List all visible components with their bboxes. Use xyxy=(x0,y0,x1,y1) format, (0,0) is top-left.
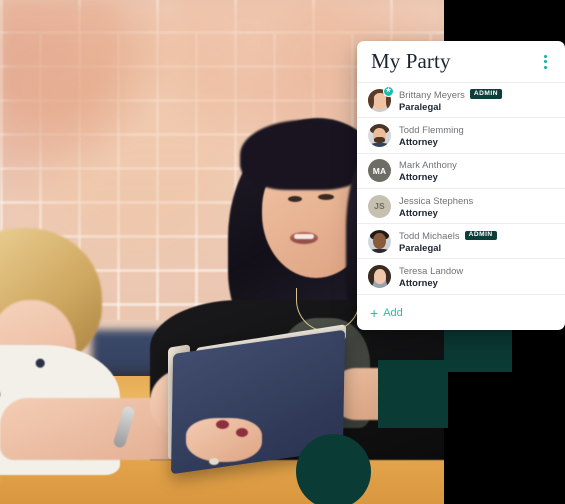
admin-star-icon: ★ xyxy=(383,85,394,97)
list-item[interactable]: MA Mark Anthony Attorney xyxy=(357,154,565,189)
status-badge: ADMIN xyxy=(469,89,502,99)
kebab-menu-icon[interactable] xyxy=(537,50,553,74)
member-info: Jessica Stephens Attorney xyxy=(399,195,473,218)
member-name-row: Todd Michaels ADMIN xyxy=(399,230,497,241)
list-item[interactable]: JS Jessica Stephens Attorney xyxy=(357,189,565,225)
member-name-row: Todd Flemming xyxy=(399,124,464,135)
avatar-photo xyxy=(368,123,391,147)
woman-right-teeth xyxy=(294,234,314,239)
avatar xyxy=(368,229,391,253)
member-role: Attorney xyxy=(399,171,438,183)
kebab-dot xyxy=(543,54,547,58)
avatar-photo xyxy=(368,265,391,289)
woman-right-eye-left xyxy=(288,196,302,202)
member-info: Brittany Meyers ADMIN Paralegal xyxy=(399,89,502,112)
dark-green-circle xyxy=(296,434,371,504)
list-item[interactable]: Todd Flemming Attorney xyxy=(357,118,565,154)
dark-green-square-lower xyxy=(378,360,448,428)
add-member-label: Add xyxy=(383,306,403,319)
screenshot-root: My Party ★ Brittany Meyers ADMIN Paraleg… xyxy=(0,0,565,504)
member-name: Mark Anthony xyxy=(399,159,457,171)
finger-ring xyxy=(209,458,219,465)
member-info: Todd Flemming Attorney xyxy=(399,124,464,147)
member-role: Attorney xyxy=(399,135,438,147)
member-name: Jessica Stephens xyxy=(399,194,474,206)
member-info: Teresa Landow Attorney xyxy=(399,265,463,288)
avatar-initials: JS xyxy=(368,194,391,218)
avatar xyxy=(368,265,391,289)
woman-right-eye-right xyxy=(318,194,334,200)
kebab-dot xyxy=(543,60,547,63)
avatar: ★ xyxy=(368,85,394,112)
member-name: Brittany Meyers xyxy=(399,88,465,100)
list-item[interactable]: ★ Brittany Meyers ADMIN Paralegal xyxy=(357,83,565,119)
plus-icon: + xyxy=(370,304,379,321)
kebab-dot xyxy=(543,65,547,69)
woman-right-hair-front xyxy=(240,120,370,190)
my-party-card: My Party ★ Brittany Meyers ADMIN Paraleg… xyxy=(357,41,565,330)
member-role: Paralegal xyxy=(399,100,442,112)
card-footer: + Add xyxy=(357,295,565,330)
status-badge: ADMIN xyxy=(464,230,497,241)
list-item[interactable]: Teresa Landow Attorney xyxy=(357,259,565,295)
member-name-row: Mark Anthony xyxy=(399,159,457,170)
member-info: Todd Michaels ADMIN Paralegal xyxy=(399,230,497,253)
member-name-row: Teresa Landow xyxy=(399,265,463,276)
member-name-row: Brittany Meyers ADMIN xyxy=(399,89,502,100)
member-info: Mark Anthony Attorney xyxy=(399,159,457,182)
avatar xyxy=(368,123,391,147)
fingernail xyxy=(236,428,248,437)
card-header: My Party xyxy=(357,41,565,83)
avatar-photo xyxy=(368,229,391,253)
member-name-row: Jessica Stephens xyxy=(399,195,473,206)
list-item[interactable]: Todd Michaels ADMIN Paralegal xyxy=(357,224,565,260)
page-title: My Party xyxy=(371,49,451,73)
member-name: Todd Michaels xyxy=(399,229,460,241)
avatar-initials: MA xyxy=(368,159,391,183)
member-name: Todd Flemming xyxy=(399,123,464,135)
fingernail xyxy=(216,420,229,429)
member-role: Paralegal xyxy=(399,241,442,253)
add-member-button[interactable]: + Add xyxy=(370,306,403,320)
member-role: Attorney xyxy=(399,277,438,289)
member-name: Teresa Landow xyxy=(399,265,464,277)
member-list: ★ Brittany Meyers ADMIN Paralegal Todd F… xyxy=(357,83,565,295)
member-role: Attorney xyxy=(399,206,438,218)
